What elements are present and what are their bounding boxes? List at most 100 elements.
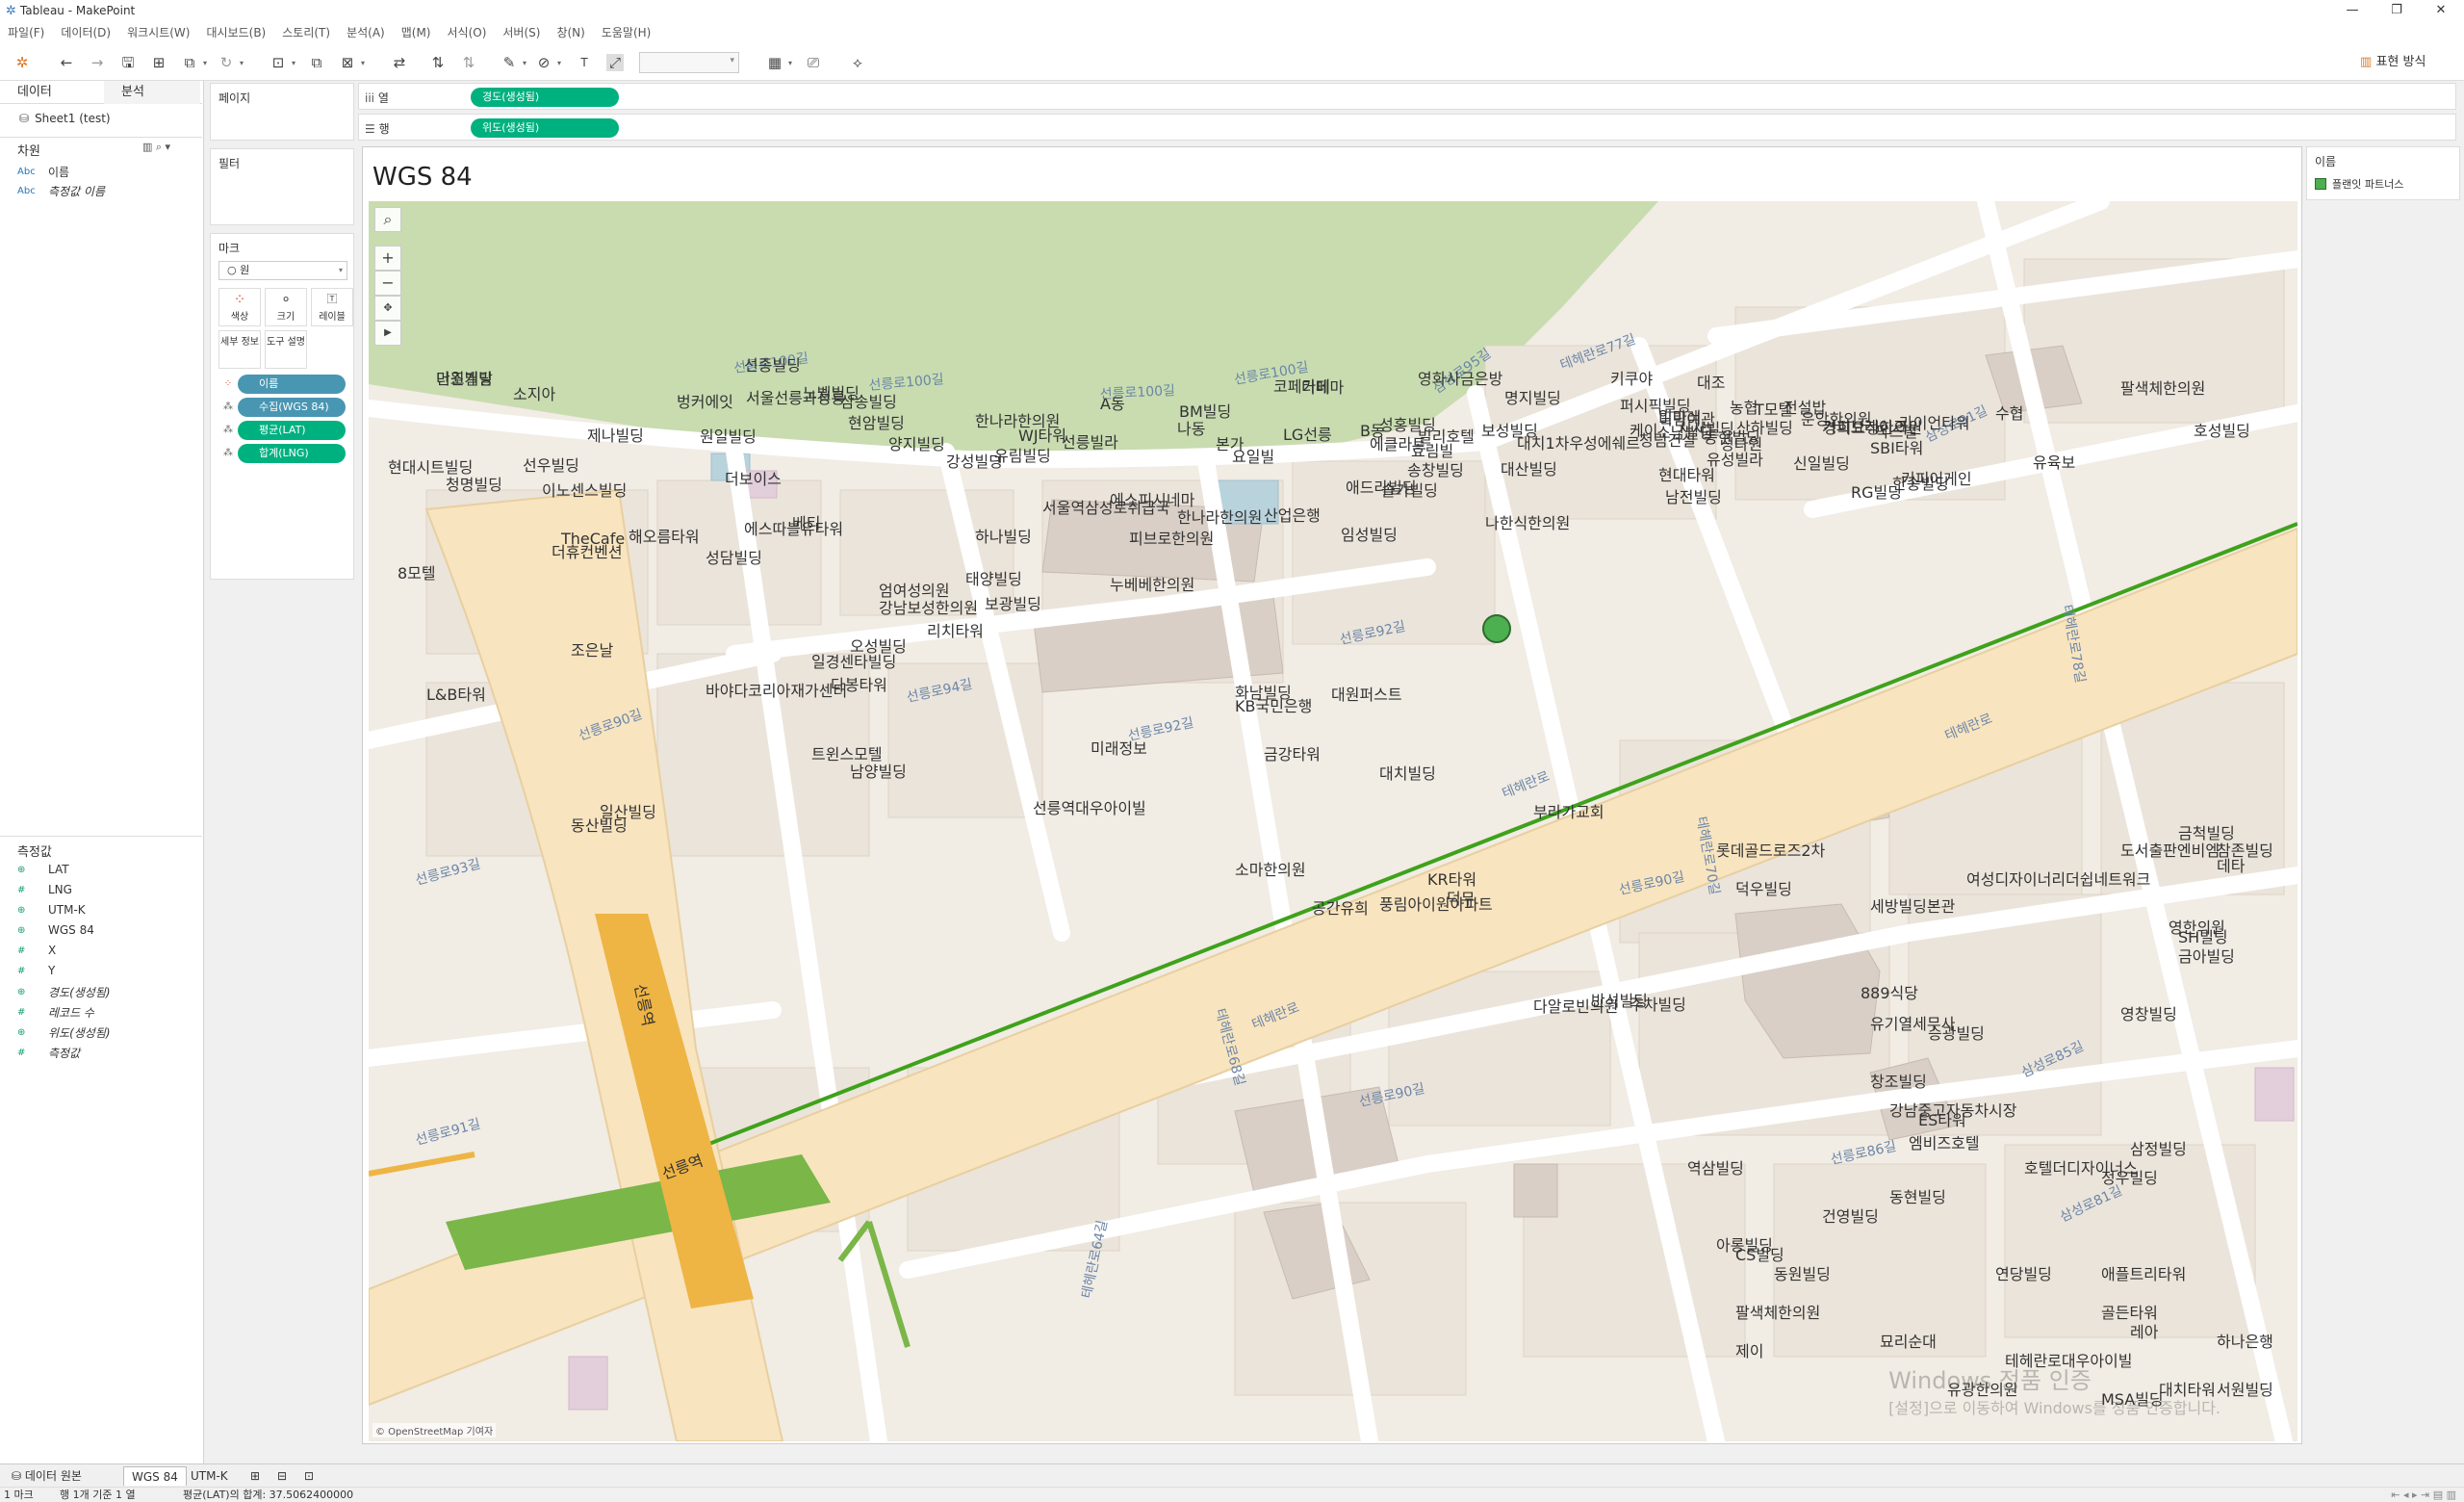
tableau-logo-icon[interactable]: ✲ <box>13 54 31 71</box>
show-me-button[interactable]: ▥ 표현 방식 <box>2360 52 2426 73</box>
cards-panel: 페이지 필터 마크 ○ 원 ▾ ⁘ 색상 ⚬ 크기 🅃 레이블 세부 정보 도구 설명… <box>206 81 356 1463</box>
fit-dropdown[interactable]: ▾ <box>639 52 739 73</box>
tab-analysis[interactable]: 분석 <box>104 81 200 104</box>
close-button[interactable]: ✕ <box>2422 0 2460 21</box>
mark-pill-lat[interactable]: ⁂ 평균(LAT) <box>223 421 346 440</box>
swap-icon[interactable]: ⇄ <box>391 54 408 71</box>
mark-type-dropdown[interactable]: ○ 원 ▾ <box>218 261 347 280</box>
show-cards-icon[interactable]: ▦ <box>766 54 792 72</box>
map-view[interactable]: 서울선릉과정릉 선릉역 선릉역 선릉로100길 선릉로100길 선릉로100길 선릉로… <box>369 201 2297 1441</box>
map-road-label: 선릉로93길 <box>414 856 482 888</box>
label-button[interactable]: 🅃 레이블 <box>311 288 353 326</box>
menu-window[interactable]: 창(N) <box>556 24 584 40</box>
new-worksheet-tab-icon[interactable]: ⊞ <box>243 1466 268 1486</box>
columns-shelf[interactable]: iii 열 경도(생성됨) <box>358 83 2456 110</box>
map-place-label: SBI타워 <box>1870 439 1923 457</box>
field-dimension[interactable]: Abc 이름 <box>17 164 69 180</box>
map-attribution[interactable]: © OpenStreetMap 기여자 <box>372 1423 497 1437</box>
fix-axes-icon[interactable]: ⤢ <box>606 54 624 71</box>
detail-button[interactable]: 세부 정보 <box>218 330 261 369</box>
map-place-label: 노벨빌딩 <box>803 384 860 402</box>
menu-server[interactable]: 서버(S) <box>502 24 540 40</box>
field-measure[interactable]: ⊕ 위도(생성됨) <box>17 1024 111 1041</box>
new-dashboard-tab-icon[interactable]: ⊟ <box>270 1466 295 1486</box>
map-search-button[interactable]: ⌕ <box>374 207 401 232</box>
map-place-label: 서원빌딩 <box>2217 1381 2273 1399</box>
color-button[interactable]: ⁘ 색상 <box>218 288 261 326</box>
pill-label: 합계(LNG) <box>259 447 309 459</box>
tooltip-button[interactable]: 도구 설명 <box>265 330 307 369</box>
number-type-icon: # <box>17 884 26 895</box>
dimension-tools-icon[interactable]: ▥ ⌕ ▾ <box>142 141 170 154</box>
menu-file[interactable]: 파일(F) <box>8 24 44 40</box>
new-worksheet-icon[interactable]: ⊡ <box>270 54 295 72</box>
field-measure[interactable]: # X <box>17 944 56 957</box>
rows-pill[interactable]: 위도(생성됨) <box>471 118 619 138</box>
worksheet-title[interactable]: WGS 84 <box>372 163 473 192</box>
presentation-mode-icon[interactable]: ⎚ <box>805 54 822 71</box>
undo-icon[interactable]: ← <box>58 54 75 71</box>
map-place-label: 산업은행 <box>1264 506 1321 525</box>
filters-card[interactable]: 필터 <box>210 148 354 225</box>
tab-utmk[interactable]: UTM-K <box>183 1466 236 1486</box>
menu-help[interactable]: 도움말(H) <box>602 24 652 40</box>
duplicate-sheet-icon[interactable]: ⧉ <box>308 54 325 71</box>
map-road-label: 선릉로86길 <box>1830 1139 1898 1168</box>
refresh-icon[interactable]: ↻ <box>218 54 244 72</box>
field-measure[interactable]: # 측정값 <box>17 1045 80 1061</box>
map-place-label: 889식당 <box>1861 984 1918 1002</box>
menu-data[interactable]: 데이터(D) <box>61 24 111 40</box>
tab-datasource[interactable]: ⛁ 데이터 원본 <box>4 1466 90 1486</box>
field-dimension[interactable]: Abc 측정값 이름 <box>17 183 105 199</box>
highlight-icon[interactable]: ✎ <box>500 54 526 72</box>
datasource-item[interactable]: ⛁ Sheet1 (test) <box>19 112 111 125</box>
sort-desc-icon[interactable]: ⇅ <box>460 54 477 71</box>
menu-analysis[interactable]: 분석(A) <box>346 24 385 40</box>
play-button[interactable]: ▶ <box>374 321 401 346</box>
mark-pill-collect[interactable]: ⁂ 수집(WGS 84) <box>223 398 346 417</box>
map-place-label: 영창빌딩 <box>2120 1005 2177 1023</box>
new-story-tab-icon[interactable]: ⊡ <box>296 1466 321 1486</box>
maximize-button[interactable]: ❐ <box>2377 0 2416 21</box>
minimize-button[interactable]: — <box>2333 0 2372 21</box>
menu-story[interactable]: 스토리(T) <box>282 24 330 40</box>
mark-pill-name[interactable]: ⁘ 이름 <box>224 375 346 394</box>
save-icon[interactable]: 🖫 <box>119 54 137 71</box>
field-measure[interactable]: # Y <box>17 964 55 977</box>
pause-updates-icon[interactable]: ⧉ <box>181 54 207 72</box>
group-icon[interactable]: ⊘ <box>535 54 561 72</box>
menu-worksheet[interactable]: 워크시트(W) <box>127 24 190 40</box>
field-measure[interactable]: ⊕ LAT <box>17 863 69 876</box>
status-nav-icons[interactable]: ⇤ ◂ ▸ ⇥ ▤ ▥ <box>2391 1488 2456 1502</box>
map-place-label: 공간유희 <box>1312 899 1369 918</box>
zoom-out-button[interactable]: − <box>374 271 401 296</box>
pan-tool-button[interactable]: ✥ <box>374 296 401 321</box>
redo-icon[interactable]: → <box>89 54 106 71</box>
new-datasource-icon[interactable]: ⊞ <box>150 54 167 71</box>
field-measure[interactable]: # LNG <box>17 883 72 896</box>
sort-asc-icon[interactable]: ⇅ <box>429 54 447 71</box>
menu-map[interactable]: 맵(M) <box>401 24 431 40</box>
labels-icon[interactable]: T <box>576 54 593 71</box>
menu-format[interactable]: 서식(O) <box>448 24 487 40</box>
menu-dashboard[interactable]: 대시보드(B) <box>206 24 266 40</box>
field-measure[interactable]: ⊕ WGS 84 <box>17 923 94 937</box>
clear-sheet-icon[interactable]: ⊠ <box>339 54 365 72</box>
size-button[interactable]: ⚬ 크기 <box>265 288 307 326</box>
tab-wgs84[interactable]: WGS 84 <box>123 1466 187 1486</box>
share-icon[interactable]: ⟡ <box>849 54 866 71</box>
field-measure[interactable]: ⊕ 경도(생성됨) <box>17 984 111 1000</box>
mark-pill-lng[interactable]: ⁂ 합계(LNG) <box>223 444 346 463</box>
map-canvas: 서울선릉과정릉 선릉역 선릉역 선릉로100길선릉로100길 선릉로100길선릉로… <box>369 201 2297 1441</box>
columns-pill[interactable]: 경도(생성됨) <box>471 88 619 107</box>
number-type-icon: # <box>17 945 26 956</box>
tab-data[interactable]: 데이터 <box>0 81 52 104</box>
geo-type-icon: ⊕ <box>17 1027 26 1038</box>
rows-shelf[interactable]: ☰ 행 위도(생성됨) <box>358 114 2456 141</box>
field-measure[interactable]: ⊕ UTM-K <box>17 903 86 917</box>
pages-card[interactable]: 페이지 <box>210 83 354 141</box>
legend-item[interactable]: 플랜잇 파트너스 <box>2315 176 2403 192</box>
field-measure[interactable]: # 레코드 수 <box>17 1004 94 1021</box>
zoom-in-button[interactable]: + <box>374 246 401 271</box>
circle-mark-icon: ○ <box>227 264 237 276</box>
